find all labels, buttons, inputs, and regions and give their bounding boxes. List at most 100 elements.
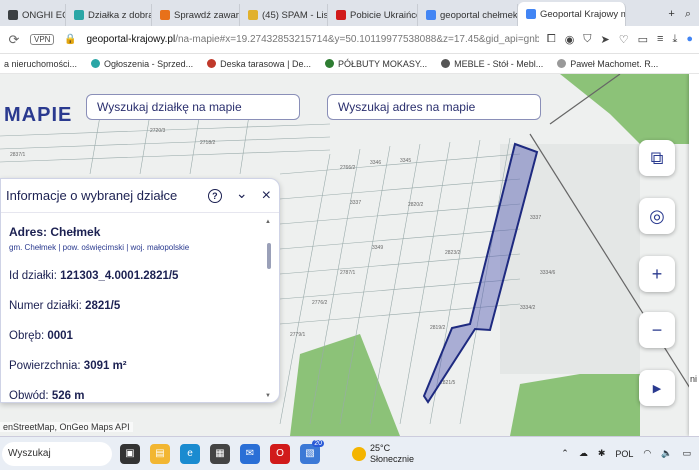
heart-icon[interactable]: ♡: [619, 33, 629, 46]
browser-tab-active[interactable]: Geoportal Krajowy ma×: [518, 2, 626, 26]
new-tab-button[interactable]: +: [668, 8, 674, 21]
volume-icon[interactable]: 🔈: [661, 448, 672, 459]
app-logo[interactable]: MAPIE: [4, 104, 72, 127]
zoom-out-button[interactable]: −: [639, 312, 675, 348]
address-bar[interactable]: geoportal-krajowy.pl/na-mapie#x=19.27432…: [86, 30, 538, 50]
parcel-number: 2820/2: [408, 202, 424, 208]
tab-favicon: [8, 10, 18, 20]
url-path: /na-mapie#x=19.27432853215714&y=50.10119…: [175, 34, 539, 45]
search-parcel-button[interactable]: Wyszukaj działkę na mapie: [86, 94, 300, 120]
parcel-number: 3337: [350, 200, 361, 206]
tab-label: ONGHI ECAM47: [22, 9, 65, 21]
parcel-info-panel: Informacje o wybranej działce ? ⌄ × Adre…: [0, 178, 280, 403]
parcel-number: 3346: [370, 160, 381, 166]
file-explorer-icon[interactable]: ▤: [150, 443, 170, 464]
task-view-icon[interactable]: ▣: [120, 443, 140, 464]
layers-button[interactable]: ⧉: [639, 140, 675, 176]
search-tabs-icon[interactable]: ⌕: [685, 8, 691, 21]
tab-label: Działka z dobrą loka: [88, 9, 152, 21]
info-row: Powierzchnia: 3091 m²: [9, 360, 259, 372]
parcel-number: 3334/2: [520, 305, 536, 311]
app-icon[interactable]: 20 ▧: [300, 439, 324, 464]
tab-label: Pobicie Ukraińców w: [350, 9, 417, 21]
side-panel-text: ni: [690, 374, 698, 384]
scroll-down-icon[interactable]: ▼: [265, 393, 271, 399]
bookmark[interactable]: MEBLE - Stół - Mebl...: [441, 59, 543, 69]
chevron-up-icon[interactable]: ⌃: [561, 448, 569, 459]
browser-tab[interactable]: (45) SPAM - Lista W: [240, 4, 328, 26]
bookmark[interactable]: a nieruchomości...: [4, 59, 77, 69]
collapse-icon[interactable]: ⌄: [236, 185, 248, 202]
windows-taskbar: Wyszukaj ▣ ▤ e ▦ ✉ O 20 ▧ 25°C Słonecznie …: [0, 436, 699, 470]
url-host: geoportal-krajowy.pl: [86, 34, 176, 45]
send-icon[interactable]: ➤: [601, 33, 610, 46]
taskbar-search[interactable]: Wyszukaj: [2, 441, 112, 466]
bookmark[interactable]: Ogłoszenia - Sprzed...: [91, 59, 193, 69]
browser-tab[interactable]: Działka z dobrą loka: [66, 4, 152, 26]
bookmark[interactable]: PÓŁBUTY MOKASY...: [324, 59, 427, 69]
bookmark-icon: [207, 59, 217, 68]
download-icon[interactable]: ⤓: [672, 33, 677, 46]
screenshot-icon[interactable]: ⧠: [547, 33, 556, 46]
reload-icon[interactable]: ⟳: [6, 32, 22, 48]
locate-icon: ◎: [649, 205, 665, 226]
tab-label: Sprawdź zawartość: [174, 9, 239, 21]
panel-scrollbar[interactable]: ▲ ▼: [265, 219, 273, 399]
locate-button[interactable]: ◎: [639, 198, 675, 234]
menu-icon[interactable]: ≡: [657, 33, 663, 46]
opera-icon[interactable]: O: [270, 443, 290, 464]
lang-indicator[interactable]: POL: [615, 449, 633, 459]
lock-icon[interactable]: 🔒: [62, 34, 78, 45]
zoom-in-button[interactable]: +: [639, 256, 675, 292]
bookmark-label: MEBLE - Stół - Mebl...: [454, 58, 544, 69]
green-area: [510, 364, 640, 436]
info-row: Obręb: 0001: [9, 330, 259, 342]
browser-tab[interactable]: ONGHI ECAM47: [0, 4, 66, 26]
help-icon[interactable]: ?: [207, 188, 222, 203]
expand-panel-button[interactable]: ▶: [639, 370, 675, 406]
browser-tab[interactable]: Pobicie Ukraińców w: [328, 4, 418, 26]
info-row: Numer działki: 2821/5: [9, 300, 259, 312]
map-canvas[interactable]: 2766/2 3346 3345 3337 3349 2787/1 2776/2…: [0, 74, 699, 436]
camera-icon[interactable]: ◉: [565, 33, 575, 46]
play-icon: ▶: [652, 382, 662, 395]
close-icon[interactable]: ×: [262, 187, 271, 205]
battery-icon[interactable]: ▭: [682, 448, 691, 459]
green-area: [560, 74, 699, 144]
map-attribution[interactable]: enStreetMap, OnGeo Maps API: [0, 422, 133, 432]
search-address-button[interactable]: Wyszukaj adres na mapie: [327, 94, 541, 120]
right-side-panel[interactable]: ni: [689, 74, 699, 436]
scroll-up-icon[interactable]: ▲: [265, 219, 271, 225]
scroll-thumb[interactable]: [267, 243, 271, 269]
tab-label: Geoportal Krajowy ma: [540, 8, 626, 20]
parcel-number: 2787/1: [340, 270, 356, 276]
info-row: Obwód: 526 m: [9, 390, 259, 399]
shield-icon[interactable]: ⛉: [583, 33, 591, 46]
info-value: 3091 m²: [83, 360, 127, 372]
edge-icon[interactable]: e: [180, 443, 200, 464]
panel-body: Adres: Chełmek gm. Chełmek | pow. oświęc…: [1, 213, 267, 399]
parcel-number: 2766/2: [340, 165, 356, 171]
profile-icon[interactable]: ●: [686, 33, 693, 46]
toolbar-icons: ⧠ ◉ ⛉ ➤ ♡ ▭ ≡ ⤓ ●: [547, 33, 693, 46]
browser-tab[interactable]: geoportal chełmek: [418, 4, 518, 26]
browser-tab[interactable]: Sprawdź zawartość: [152, 4, 240, 26]
weather-widget[interactable]: 25°C Słonecznie: [352, 443, 414, 465]
cloud-icon[interactable]: ☁: [579, 448, 588, 459]
bookmark-icon: [557, 59, 567, 68]
info-label: Powierzchnia:: [9, 360, 84, 372]
wallet-icon[interactable]: ▭: [638, 33, 648, 46]
bluetooth-icon[interactable]: ✱: [598, 448, 606, 459]
mail-icon[interactable]: ✉: [240, 443, 260, 464]
store-icon[interactable]: ▦: [210, 443, 230, 464]
wifi-icon[interactable]: ◠: [643, 448, 651, 459]
minus-icon: −: [651, 319, 663, 340]
info-label: Obręb:: [9, 330, 48, 342]
tab-favicon: [248, 10, 258, 20]
tab-favicon: [526, 9, 536, 19]
bookmark[interactable]: Paweł Machomet. R...: [557, 59, 658, 69]
bookmark[interactable]: Deska tarasowa | De...: [207, 59, 311, 69]
vpn-badge[interactable]: VPN: [30, 34, 55, 45]
info-label: Id działki:: [9, 270, 61, 282]
info-value: 2821/5: [85, 300, 121, 312]
